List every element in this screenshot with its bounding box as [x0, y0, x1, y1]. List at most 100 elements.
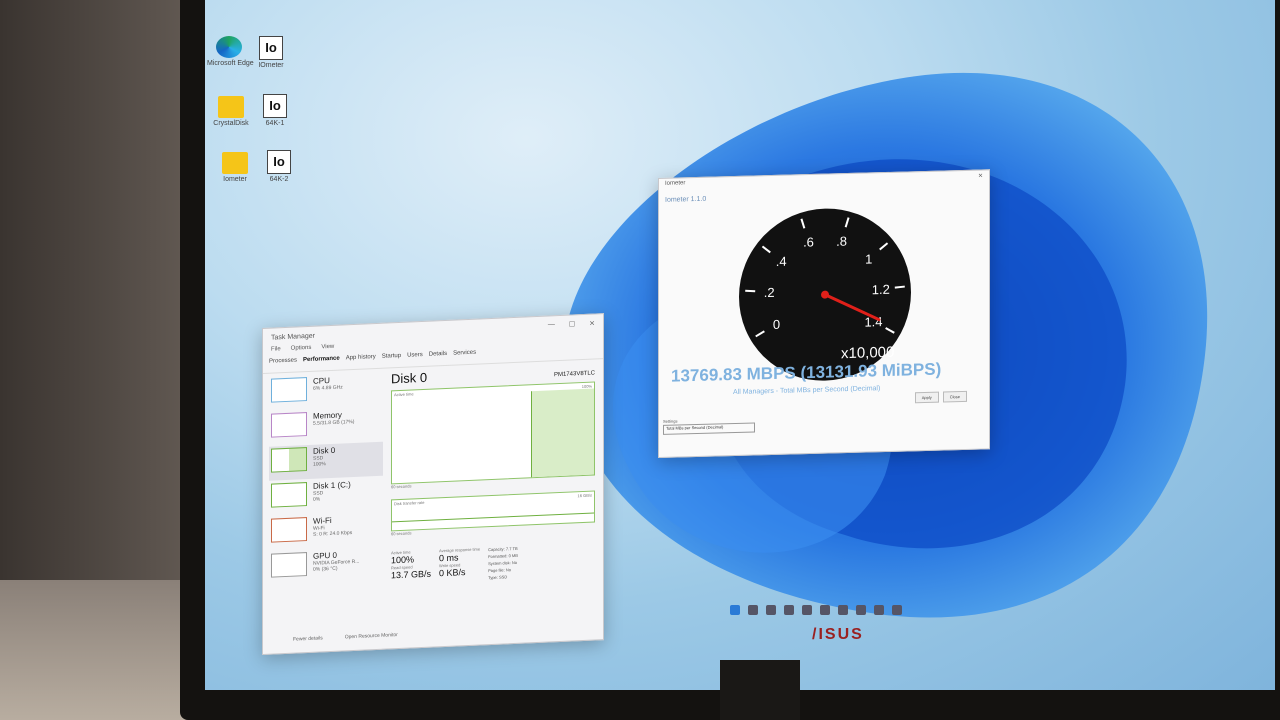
iometer-taskbar-icon[interactable]	[892, 605, 902, 615]
disk-detail-panel: Disk 0 PM1743V8TLC Active time 100% 60 s…	[391, 362, 595, 585]
iometer-window[interactable]: Iometer ✕ Iometer 1.1.0 0.2.4.6.8 1 1.2 1.4…	[658, 169, 990, 458]
chat-icon[interactable]	[802, 605, 812, 615]
store-icon[interactable]	[856, 605, 866, 615]
desktop-icon-label: Microsoft Edge	[207, 60, 254, 67]
graph-label: Active time	[394, 391, 414, 398]
maximize-icon[interactable]: ☐	[569, 320, 575, 328]
monitor-logo: /ISUS	[812, 626, 864, 643]
sidebar-item-disk-1[interactable]: Disk 1 (C:) SSD 0%	[269, 477, 383, 516]
tab-services[interactable]: Services	[453, 350, 476, 363]
tab-startup[interactable]: Startup	[382, 353, 401, 366]
edge-taskbar-icon[interactable]	[838, 605, 848, 615]
sidebar-item-disk-0[interactable]: Disk 0 SSD 100%	[269, 441, 383, 481]
desktop-icon-iometer[interactable]: Io IOmeter	[249, 36, 293, 69]
window-title: Iometer	[665, 180, 686, 187]
open-resource-monitor-link[interactable]: Open Resource Monitor	[345, 632, 398, 640]
widgets-icon[interactable]	[784, 605, 794, 615]
close-button[interactable]: Close	[942, 390, 967, 403]
sidebar-item-label: Disk 0	[313, 445, 336, 456]
sidebar-item-detail: 6% 4.89 GHz	[313, 384, 343, 392]
wifi-sparkline	[271, 517, 307, 543]
settings-select[interactable]: Total MBs per Second (Decimal)	[663, 422, 755, 435]
disk-properties: Capacity: 7.7 TB Formatted: 0 MB System …	[488, 545, 518, 581]
throughput-caption: All Managers - Total MBs per Second (Dec…	[733, 385, 881, 397]
sidebar-item-wifi[interactable]: Wi-Fi Wi-Fi S: 0 R: 24.0 Kbps	[269, 512, 383, 551]
monitor-stand	[720, 660, 800, 720]
graph-max-label: 16 GB/s	[577, 492, 592, 499]
transfer-rate-line	[392, 512, 594, 523]
tab-users[interactable]: Users	[407, 352, 423, 365]
sidebar-item-detail: 0% (36 °C)	[313, 565, 338, 573]
taskbar	[730, 600, 902, 620]
throughput-readout: 13769.83 MBPS (13131.93 MiBPS)	[671, 359, 942, 386]
task-manager-footer: Fewer details Open Resource Monitor	[293, 632, 398, 643]
desktop-icon-64k-2[interactable]: Io 64K-2	[257, 150, 301, 183]
gauge-multiplier: x10,000	[841, 344, 894, 362]
desktop-icon-label: 64K-1	[265, 120, 285, 127]
sidebar-item-gpu[interactable]: GPU 0 NVIDIA GeForce R... 0% (36 °C)	[269, 547, 383, 586]
gauge-tick	[745, 289, 756, 293]
gauge-tick	[894, 285, 905, 289]
gauge-tick-label: 1	[865, 251, 872, 266]
apply-button[interactable]: Apply	[914, 391, 939, 404]
disk1-sparkline	[271, 482, 307, 508]
menu-view[interactable]: View	[321, 344, 334, 355]
tab-performance[interactable]: Performance	[303, 356, 340, 370]
prop-value: 0 MB	[508, 552, 518, 559]
prop-label: Capacity:	[488, 546, 505, 553]
tab-processes[interactable]: Processes	[269, 357, 297, 370]
search-icon[interactable]	[748, 605, 758, 615]
file-explorer-icon[interactable]	[820, 605, 830, 615]
gauge-tick-label: 1.2	[872, 282, 890, 297]
prop-value: SSD	[499, 574, 508, 580]
prop-label: Page file:	[488, 567, 505, 574]
sidebar-item-cpu[interactable]: CPU 6% 4.89 GHz	[269, 372, 383, 411]
performance-sidebar: CPU 6% 4.89 GHz Memory 5.5/31.8 GB (17%)…	[269, 372, 383, 587]
prop-label: System disk:	[488, 560, 511, 567]
sidebar-item-detail: 0%	[313, 496, 321, 503]
tab-app-history[interactable]: App history	[346, 354, 376, 367]
task-view-icon[interactable]	[766, 605, 776, 615]
sidebar-item-label: Disk 1 (C:)	[313, 480, 351, 491]
desktop-icon-crystaldisk[interactable]: CrystalDisk	[209, 96, 253, 127]
desktop-icon-64k-1[interactable]: Io 64K-1	[253, 94, 297, 127]
prop-value: 7.7 TB	[505, 545, 518, 552]
desktop-icon-label: IOmeter	[258, 62, 284, 69]
gauge-tick-label: .6	[803, 234, 814, 249]
write-speed-value: 0 KB/s	[439, 567, 466, 579]
close-icon[interactable]: ✕	[589, 319, 595, 327]
active-time-fill	[531, 388, 594, 478]
prop-value: No	[505, 567, 512, 573]
desktop-icon-iometer-folder[interactable]: Iometer	[213, 152, 257, 183]
gauge-tick-label: .4	[776, 254, 787, 269]
sidebar-item-detail: 100%	[313, 461, 326, 468]
desktop-icon-label: 64K-2	[269, 176, 289, 183]
sidebar-item-detail: S: 0 R: 24.0 Kbps	[313, 530, 353, 538]
prop-label: Type:	[488, 574, 498, 581]
disk0-sparkline	[271, 447, 307, 473]
gauge-tick-label: 0	[773, 317, 780, 332]
task-manager-window[interactable]: Task Manager — ☐ ✕ File Options View Pro…	[262, 313, 604, 655]
sidebar-item-memory[interactable]: Memory 5.5/31.8 GB (17%)	[269, 407, 383, 446]
disk-stats: Active time 100% Read speed 13.7 GB/s Av…	[391, 541, 595, 585]
start-icon[interactable]	[730, 605, 740, 615]
cpu-sparkline	[271, 377, 307, 403]
iometer-icon: Io	[259, 36, 283, 60]
graph-label: Disk transfer rate	[394, 499, 425, 507]
read-speed-value: 13.7 GB/s	[391, 568, 432, 581]
close-icon[interactable]: ✕	[978, 172, 983, 186]
desktop-icon-label: CrystalDisk	[213, 120, 249, 127]
menu-file[interactable]: File	[271, 346, 281, 356]
fewer-details-link[interactable]: Fewer details	[293, 635, 323, 642]
sidebar-item-detail: 5.5/31.8 GB (17%)	[313, 418, 355, 427]
gauge-tick-label: .8	[836, 234, 847, 249]
task-manager-taskbar-icon[interactable]	[874, 605, 884, 615]
iometer-icon: Io	[263, 94, 287, 118]
gpu-sparkline	[271, 552, 307, 578]
tab-details[interactable]: Details	[429, 351, 447, 364]
folder-icon	[218, 96, 244, 118]
minimize-icon[interactable]: —	[548, 321, 555, 329]
window-title: Task Manager	[271, 332, 315, 342]
desktop-icon-edge[interactable]: Microsoft Edge	[207, 36, 254, 67]
menu-options[interactable]: Options	[291, 345, 312, 356]
